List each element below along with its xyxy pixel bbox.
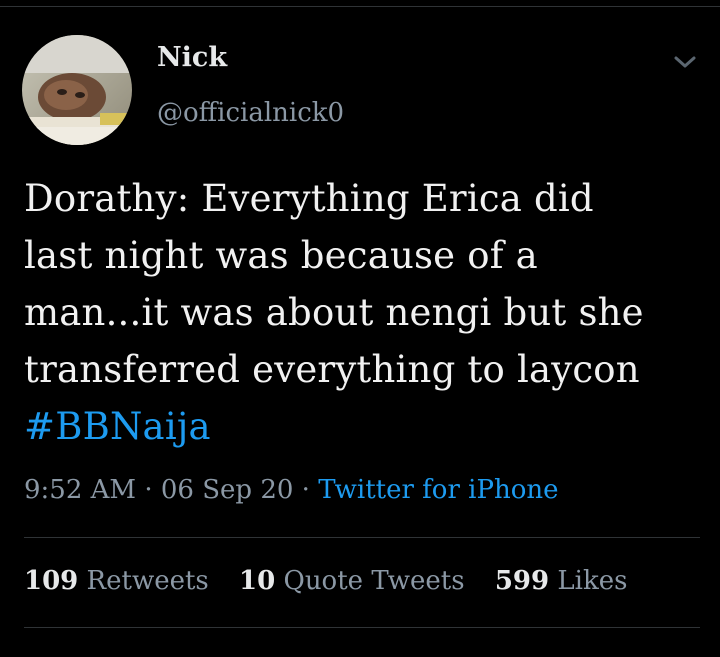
tweet-date: 06 Sep 20 bbox=[160, 475, 294, 505]
author-handle: @officialnick0 bbox=[157, 98, 345, 128]
top-divider bbox=[0, 6, 720, 7]
retweets-count: 109 bbox=[24, 566, 79, 596]
tweet-stats: 109 Retweets 10 Quote Tweets 599 Likes bbox=[24, 561, 649, 601]
quote-tweets-stat[interactable]: 10 Quote Tweets bbox=[239, 566, 473, 596]
quote-tweets-label: Quote Tweets bbox=[283, 566, 465, 596]
profile-photo-icon bbox=[22, 35, 132, 145]
meta-separator: · bbox=[144, 475, 153, 505]
hashtag-link[interactable]: #BBNaija bbox=[24, 398, 704, 455]
meta-separator: · bbox=[301, 475, 310, 505]
retweets-stat[interactable]: 109 Retweets bbox=[24, 566, 217, 596]
tweet-source-link[interactable]: Twitter for iPhone bbox=[318, 475, 558, 505]
retweets-label: Retweets bbox=[86, 566, 209, 596]
tweet-text-line: last night was because of a bbox=[24, 234, 538, 277]
author-display-name[interactable]: Nick bbox=[157, 40, 227, 76]
stats-bottom-divider bbox=[24, 627, 700, 628]
tweet-meta: 9:52 AM · 06 Sep 20 · Twitter for iPhone bbox=[24, 470, 558, 510]
stats-top-divider bbox=[24, 537, 700, 538]
avatar[interactable] bbox=[22, 35, 132, 145]
tweet-time: 9:52 AM bbox=[24, 475, 137, 505]
quote-tweets-count: 10 bbox=[239, 566, 276, 596]
tweet-text: Dorathy: Everything Erica did last night… bbox=[24, 170, 704, 455]
likes-stat[interactable]: 599 Likes bbox=[495, 566, 628, 596]
likes-label: Likes bbox=[557, 566, 628, 596]
chevron-down-icon[interactable] bbox=[670, 50, 700, 74]
tweet-text-line: transferred everything to laycon bbox=[24, 348, 640, 391]
likes-count: 599 bbox=[494, 566, 550, 596]
tweet-text-line: Dorathy: Everything Erica did bbox=[24, 177, 594, 220]
tweet-text-line: man...it was about nengi but she bbox=[24, 291, 644, 334]
